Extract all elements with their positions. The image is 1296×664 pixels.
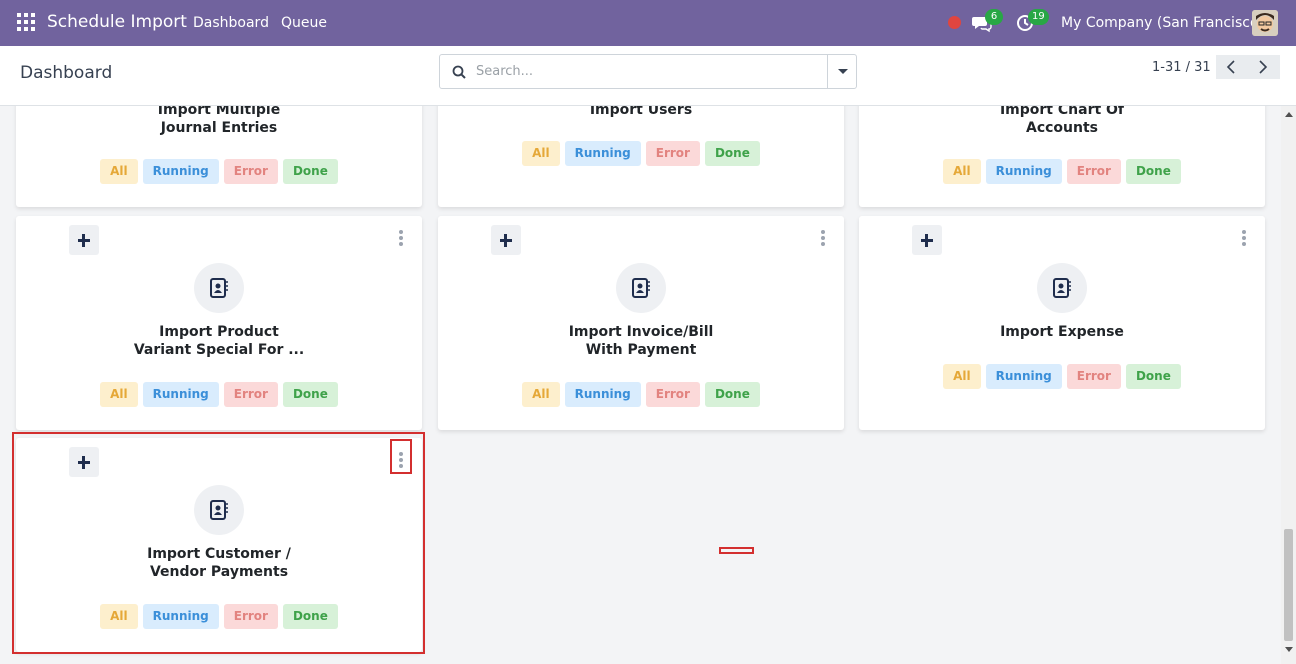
status-chips: All Running Error Done bbox=[438, 382, 844, 407]
chip-error[interactable]: Error bbox=[645, 141, 700, 166]
chip-all[interactable]: All bbox=[100, 159, 138, 184]
chip-running[interactable]: Running bbox=[564, 382, 641, 407]
status-chips: All Running Error Done bbox=[16, 159, 422, 184]
address-book-icon bbox=[194, 263, 244, 313]
scrollbar-thumb[interactable] bbox=[1284, 529, 1293, 641]
address-book-icon bbox=[1037, 263, 1087, 313]
card-title: Import Multiple Journal Entries bbox=[16, 106, 422, 137]
chip-running[interactable]: Running bbox=[142, 382, 219, 407]
pager-value[interactable]: 1-31 / 31 bbox=[1152, 60, 1211, 75]
import-card[interactable]: Import Product Variant Special For ... A… bbox=[16, 216, 422, 430]
chip-done[interactable]: Done bbox=[282, 159, 338, 184]
breadcrumb: Dashboard bbox=[20, 63, 113, 83]
apps-menu-icon[interactable] bbox=[17, 13, 35, 31]
chip-error[interactable]: Error bbox=[1066, 364, 1121, 389]
pager-next-button[interactable] bbox=[1248, 55, 1280, 79]
card-title-line: Import Expense bbox=[1000, 324, 1124, 340]
recording-indicator-icon[interactable] bbox=[948, 16, 961, 29]
user-avatar[interactable] bbox=[1252, 10, 1278, 36]
caret-down-icon bbox=[838, 69, 848, 74]
chip-all[interactable]: All bbox=[522, 382, 560, 407]
nav-link-queue[interactable]: Queue bbox=[281, 15, 327, 31]
chip-all[interactable]: All bbox=[522, 141, 560, 166]
card-title-line: Accounts bbox=[1025, 120, 1098, 136]
chip-error[interactable]: Error bbox=[223, 159, 278, 184]
chip-done[interactable]: Done bbox=[1125, 159, 1181, 184]
card-title-line: Variant Special For ... bbox=[133, 342, 305, 358]
chip-running[interactable]: Running bbox=[985, 159, 1062, 184]
card-title-line: Import Invoice/Bill bbox=[568, 324, 714, 340]
messages-badge: 6 bbox=[985, 9, 1003, 25]
import-card[interactable]: Import Multiple Journal Entries All Runn… bbox=[16, 106, 422, 207]
card-title: Import Invoice/Bill With Payment bbox=[438, 323, 844, 359]
chip-running[interactable]: Running bbox=[142, 159, 219, 184]
highlight-box-card bbox=[12, 432, 425, 654]
status-chips: All Running Error Done bbox=[859, 364, 1265, 389]
import-card[interactable]: Import Expense All Running Error Done bbox=[859, 216, 1265, 430]
chip-all[interactable]: All bbox=[943, 364, 981, 389]
search-input[interactable] bbox=[476, 56, 826, 87]
card-title-line: Import Users bbox=[589, 106, 693, 118]
chip-running[interactable]: Running bbox=[564, 141, 641, 166]
search-icon bbox=[452, 65, 466, 79]
card-title-line: Journal Entries bbox=[160, 120, 278, 136]
kebab-menu-icon[interactable] bbox=[398, 229, 404, 247]
pager-previous-button[interactable] bbox=[1216, 55, 1248, 79]
address-book-icon bbox=[616, 263, 666, 313]
top-navbar: Schedule Import Dashboard Queue 6 19 My … bbox=[0, 0, 1296, 46]
chevron-left-icon bbox=[1226, 60, 1235, 74]
chip-error[interactable]: Error bbox=[645, 382, 700, 407]
card-title: Import Users bbox=[438, 106, 844, 119]
import-card[interactable]: Import Invoice/Bill With Payment All Run… bbox=[438, 216, 844, 430]
nav-link-dashboard[interactable]: Dashboard bbox=[193, 15, 269, 31]
card-title: Import Chart Of Accounts bbox=[859, 106, 1265, 137]
chip-done[interactable]: Done bbox=[704, 141, 760, 166]
add-icon[interactable] bbox=[491, 225, 521, 255]
highlight-box-marker bbox=[719, 547, 754, 554]
status-chips: All Running Error Done bbox=[438, 141, 844, 166]
highlight-box-kebab bbox=[390, 439, 412, 474]
kanban-content: Import Multiple Journal Entries All Runn… bbox=[0, 106, 1296, 664]
search-options-toggle[interactable] bbox=[827, 55, 856, 88]
vertical-scrollbar[interactable] bbox=[1281, 106, 1296, 664]
card-title-line: With Payment bbox=[585, 342, 697, 358]
chip-error[interactable]: Error bbox=[223, 382, 278, 407]
control-panel: Dashboard 1-31 / 31 bbox=[0, 46, 1296, 106]
card-title-line: Import Chart Of bbox=[999, 106, 1125, 118]
chip-error[interactable]: Error bbox=[1066, 159, 1121, 184]
scroll-down-arrow-icon[interactable] bbox=[1285, 647, 1293, 652]
chip-all[interactable]: All bbox=[100, 382, 138, 407]
activities-badge: 19 bbox=[1028, 9, 1049, 25]
chip-all[interactable]: All bbox=[943, 159, 981, 184]
chip-done[interactable]: Done bbox=[1125, 364, 1181, 389]
card-title-line: Import Product bbox=[159, 324, 279, 340]
search-box bbox=[439, 54, 857, 89]
chevron-right-icon bbox=[1259, 60, 1268, 74]
chip-done[interactable]: Done bbox=[282, 382, 338, 407]
card-title-line: Import Multiple bbox=[157, 106, 281, 118]
status-chips: All Running Error Done bbox=[16, 382, 422, 407]
card-title: Import Product Variant Special For ... bbox=[16, 323, 422, 359]
scroll-up-arrow-icon[interactable] bbox=[1285, 112, 1293, 117]
card-title: Import Expense bbox=[859, 323, 1265, 341]
chip-done[interactable]: Done bbox=[704, 382, 760, 407]
add-icon[interactable] bbox=[69, 225, 99, 255]
status-chips: All Running Error Done bbox=[859, 159, 1265, 184]
chip-running[interactable]: Running bbox=[985, 364, 1062, 389]
app-title[interactable]: Schedule Import bbox=[47, 12, 187, 32]
import-card[interactable]: Import Users All Running Error Done bbox=[438, 106, 844, 207]
add-icon[interactable] bbox=[912, 225, 942, 255]
company-switcher[interactable]: My Company (San Francisco) bbox=[1061, 15, 1264, 31]
import-card[interactable]: Import Chart Of Accounts All Running Err… bbox=[859, 106, 1265, 207]
kebab-menu-icon[interactable] bbox=[820, 229, 826, 247]
kebab-menu-icon[interactable] bbox=[1241, 229, 1247, 247]
